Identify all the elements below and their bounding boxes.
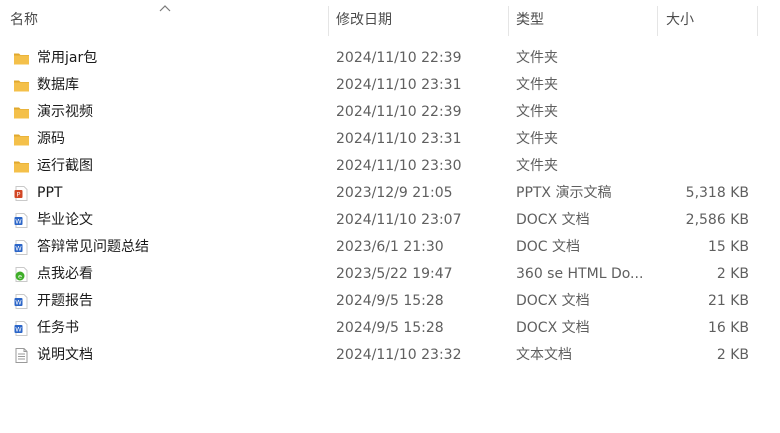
svg-text:W: W [15,217,22,225]
file-row[interactable]: P PPT 2023/12/9 21:05 PPTX 演示文稿 5,318 KB [0,180,780,207]
svg-text:W: W [15,244,22,252]
file-modified-date: 2024/11/10 23:07 [336,212,462,228]
file-name: 源码 [37,131,65,147]
txt-file-icon [13,347,30,364]
folder-icon [13,158,30,175]
file-type: DOCX 文档 [516,293,590,309]
file-size: 15 KB [707,239,749,255]
file-size: 2 KB [716,266,749,282]
file-modified-date: 2023/6/1 21:30 [336,239,444,255]
file-row[interactable]: e 点我必看 2023/5/22 19:47 360 se HTML Do... 2 K… [0,261,780,288]
doc-file-icon: W [13,239,30,256]
file-name: 答辩常见问题总结 [37,239,149,255]
file-size [660,45,749,72]
file-size [660,72,749,99]
file-row[interactable]: 数据库 2024/11/10 23:31 文件夹 [0,72,780,99]
svg-text:e: e [18,272,22,280]
file-type: 360 se HTML Do... [516,266,644,282]
file-modified-date: 2024/9/5 15:28 [336,320,444,336]
file-modified-date: 2024/11/10 23:32 [336,347,462,363]
file-modified-date: 2024/11/10 23:31 [336,131,462,147]
column-header-bar: 名称 修改日期 类型 大小 [0,0,780,40]
column-divider[interactable] [328,6,329,36]
file-explorer-list: 名称 修改日期 类型 大小 常用jar包 2024/11/10 22:39 文件夹数… [0,0,780,433]
column-divider[interactable] [508,6,509,36]
column-header-name[interactable]: 名称 [10,0,38,40]
file-name: 毕业论文 [37,212,93,228]
file-modified-date: 2023/12/9 21:05 [336,185,453,201]
file-modified-date: 2024/11/10 23:31 [336,77,462,93]
docx-file-icon: W [13,212,30,229]
column-divider[interactable] [657,6,658,36]
file-modified-date: 2024/11/10 22:39 [336,104,462,120]
column-header-size[interactable]: 大小 [666,0,694,40]
file-name: 演示视频 [37,104,93,120]
file-name: 开题报告 [37,293,93,309]
svg-text:P: P [17,190,21,198]
svg-text:W: W [15,298,22,306]
file-size: 2 KB [716,347,749,363]
file-row[interactable]: 演示视频 2024/11/10 22:39 文件夹 [0,99,780,126]
file-size [660,153,749,180]
file-row[interactable]: W 任务书 2024/9/5 15:28 DOCX 文档 16 KB [0,315,780,342]
file-modified-date: 2024/11/10 23:30 [336,158,462,174]
file-type: 文件夹 [516,131,558,147]
file-size: 5,318 KB [685,185,749,201]
file-name: 数据库 [37,77,79,93]
file-modified-date: 2024/9/5 15:28 [336,293,444,309]
file-type: 文件夹 [516,77,558,93]
file-row[interactable]: 源码 2024/11/10 23:31 文件夹 [0,126,780,153]
file-row[interactable]: 常用jar包 2024/11/10 22:39 文件夹 [0,45,780,72]
file-modified-date: 2023/5/22 19:47 [336,266,453,282]
file-type: DOCX 文档 [516,212,590,228]
file-name: 说明文档 [37,347,93,363]
folder-icon [13,104,30,121]
file-list: 常用jar包 2024/11/10 22:39 文件夹 数据库 2024/11/10 2… [0,45,780,369]
file-row[interactable]: 运行截图 2024/11/10 23:30 文件夹 [0,153,780,180]
sort-ascending-icon [159,5,171,12]
docx-file-icon: W [13,293,30,310]
file-size [660,99,749,126]
file-size [660,126,749,153]
svg-text:W: W [15,325,22,333]
file-name: 常用jar包 [37,50,98,66]
file-type: 文件夹 [516,50,558,66]
file-type: 文本文档 [516,347,572,363]
file-row[interactable]: 说明文档 2024/11/10 23:32 文本文档 2 KB [0,342,780,369]
file-type: 文件夹 [516,158,558,174]
file-size: 2,586 KB [685,212,749,228]
file-name: 任务书 [37,320,79,336]
file-name: 点我必看 [37,266,93,282]
html-file-icon: e [13,266,30,283]
folder-icon [13,131,30,148]
folder-icon [13,50,30,67]
file-name: PPT [37,185,63,201]
file-row[interactable]: W 开题报告 2024/9/5 15:28 DOCX 文档 21 KB [0,288,780,315]
file-type: PPTX 演示文稿 [516,185,612,201]
file-row[interactable]: W 毕业论文 2024/11/10 23:07 DOCX 文档 2,586 KB [0,207,780,234]
file-modified-date: 2024/11/10 22:39 [336,50,462,66]
file-type: DOCX 文档 [516,320,590,336]
file-name: 运行截图 [37,158,93,174]
column-header-date[interactable]: 修改日期 [336,0,392,40]
file-type: 文件夹 [516,104,558,120]
file-size: 21 KB [707,293,749,309]
column-divider[interactable] [757,6,758,36]
file-type: DOC 文档 [516,239,581,255]
file-row[interactable]: W 答辩常见问题总结 2023/6/1 21:30 DOC 文档 15 KB [0,234,780,261]
pptx-file-icon: P [13,185,30,202]
file-size: 16 KB [707,320,749,336]
column-header-type[interactable]: 类型 [516,0,544,40]
docx-file-icon: W [13,320,30,337]
folder-icon [13,77,30,94]
